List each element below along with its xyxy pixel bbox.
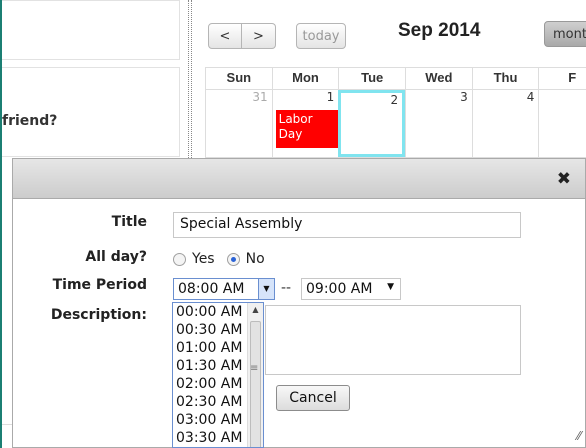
calendar-day-cell[interactable]: 4 [471, 90, 539, 157]
calendar-day-cell-selected[interactable]: 2 [338, 90, 406, 157]
start-time-value: 08:00 AM [178, 281, 245, 297]
time-period-label: Time Period [52, 277, 147, 293]
month-view-button[interactable]: mont [544, 21, 586, 47]
next-month-button[interactable]: > [242, 23, 276, 49]
event-dialog: ✖ Title Special Assembly All day? Yes No… [12, 158, 586, 448]
left-panel-box [2, 0, 180, 60]
day-number: 3 [460, 90, 468, 104]
title-input[interactable]: Special Assembly [173, 212, 521, 238]
start-time-dropdown: 00:00 AM 00:30 AM 01:00 AM 01:30 AM 02:0… [172, 302, 264, 448]
day-header-thu: Thu [471, 68, 539, 89]
day-header-mon: Mon [271, 68, 339, 89]
calendar-day-cell[interactable]: 1 Labor Day [271, 90, 339, 157]
allday-radio-group: Yes No [173, 251, 265, 267]
scroll-up-icon[interactable]: ▲ [248, 305, 263, 314]
allday-yes-radio[interactable] [173, 252, 186, 266]
chevron-down-icon[interactable]: ▼ [258, 279, 274, 299]
today-button[interactable]: today [296, 23, 346, 49]
allday-no-label: No [245, 251, 265, 267]
day-number: 2 [390, 93, 399, 107]
chevron-left-icon: < [219, 28, 231, 44]
calendar-week-row: 31 1 Labor Day 2 3 4 [205, 89, 586, 157]
calendar-day-headers: Sun Mon Tue Wed Thu F [205, 67, 586, 89]
day-number: 1 [326, 90, 335, 104]
allday-no-radio[interactable] [226, 252, 240, 266]
title-label: Title [111, 214, 147, 230]
left-question-text: friend? [2, 113, 58, 129]
calendar-day-cell[interactable]: 3 [405, 90, 472, 157]
day-header-wed: Wed [405, 68, 472, 89]
calendar-event-labor-day[interactable]: Labor Day [275, 110, 338, 148]
prev-month-button[interactable]: < [208, 23, 242, 49]
day-number: 4 [526, 90, 535, 104]
day-number: 31 [252, 90, 268, 104]
day-header-fri: F [538, 68, 586, 89]
scrollbar-thumb[interactable] [250, 321, 261, 447]
close-icon[interactable]: ✖ [557, 169, 571, 189]
page: friend? < > today Sep 2014 mont Sun Mon … [2, 0, 586, 448]
end-time-value: 09:00 AM [306, 281, 373, 297]
resize-grip-icon[interactable]: ⁄⁄ [577, 429, 581, 443]
calendar-title: Sep 2014 [398, 20, 481, 41]
scrollbar-grip-icon: ≡ [250, 363, 259, 374]
left-panel-box [2, 67, 180, 157]
cancel-button[interactable]: Cancel [276, 385, 350, 411]
chevron-right-icon: > [253, 28, 264, 44]
chevron-down-icon: ▼ [387, 282, 394, 292]
description-textarea[interactable] [265, 305, 521, 375]
allday-label: All day? [85, 249, 147, 265]
end-time-select[interactable]: 09:00 AM ▼ [301, 278, 401, 300]
day-header-tue: Tue [338, 68, 405, 89]
start-time-select[interactable]: 08:00 AM ▼ [173, 278, 275, 300]
description-label: Description: [50, 307, 147, 323]
day-header-sun: Sun [205, 68, 272, 89]
time-separator: -- [281, 280, 292, 296]
allday-yes-label: Yes [192, 251, 215, 267]
calendar-day-cell[interactable]: 31 [205, 90, 272, 157]
calendar-day-cell[interactable] [538, 90, 586, 157]
dropdown-scrollbar[interactable]: ▲ ≡ [247, 303, 263, 447]
dialog-titlebar[interactable]: ✖ [13, 159, 585, 199]
calendar-nav: < > [208, 23, 276, 49]
